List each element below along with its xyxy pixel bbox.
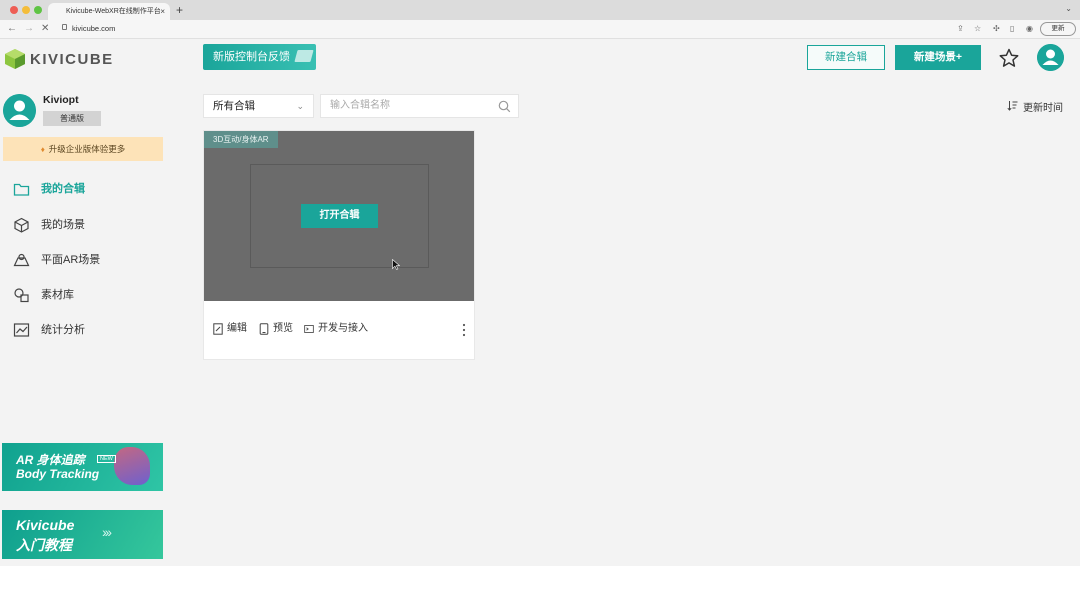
materials-icon: [14, 288, 29, 303]
sidebar-item-my-collections[interactable]: 我的合辑: [13, 178, 163, 200]
profile-avatar-icon[interactable]: [3, 94, 36, 127]
card-thumbnail[interactable]: 3D互动/身体AR 打开合辑: [204, 131, 474, 301]
phone-icon: [259, 323, 269, 335]
upgrade-label: 升级企业版体验更多: [48, 144, 126, 154]
sort-icon: [1007, 101, 1018, 111]
bookmark-star-icon[interactable]: ☆: [974, 24, 981, 33]
edit-icon: [213, 323, 223, 335]
card-category-tag: 3D互动/身体AR: [204, 131, 278, 148]
kivicube-logo-icon[interactable]: [4, 48, 26, 70]
analytics-icon: [13, 323, 30, 337]
banner-title: AR 身体追踪: [16, 453, 85, 467]
banner-subtitle: Body Tracking: [16, 467, 100, 481]
user-avatar-icon[interactable]: [1037, 44, 1064, 71]
sidebar-item-label: 我的场景: [41, 219, 85, 231]
body-tracking-banner[interactable]: AR 身体追踪 NEW Body Tracking: [2, 443, 163, 491]
url-field[interactable]: kivicube.com: [72, 24, 115, 33]
sidebar-item-label: 统计分析: [41, 324, 85, 336]
banner-tag: NEW: [97, 455, 116, 463]
plan-badge: 普通版: [43, 111, 101, 126]
develop-label: 开发与接入: [318, 323, 368, 334]
plane-ar-icon: [13, 253, 30, 267]
sidebar-item-materials[interactable]: 素材库: [13, 284, 163, 306]
collection-card[interactable]: 3D互动/身体AR 打开合辑 编辑 预览 开发与接入: [203, 130, 475, 360]
app-window: Kivicube-WebXR在线制作平台 × + ⌄ ← → ✕ kivicub…: [0, 0, 1080, 595]
close-window-dot[interactable]: [10, 6, 18, 14]
banner-title: Kivicube: [16, 517, 75, 533]
sidebar-icon[interactable]: ▯: [1010, 24, 1014, 33]
extensions-icon[interactable]: ✣: [993, 24, 1000, 33]
browser-address-bar: ← → ✕ kivicube.com ⇪ ☆ ✣ ▯ ◉ 更新: [0, 20, 1080, 39]
back-icon[interactable]: ←: [7, 22, 17, 36]
app-header: KIVICUBE 新版控制台反馈 新建合辑 新建场景+: [0, 39, 1080, 81]
mouse-cursor-icon: [392, 259, 400, 270]
feedback-button[interactable]: 新版控制台反馈: [203, 44, 316, 70]
open-collection-button[interactable]: 打开合辑: [301, 204, 378, 228]
browser-tab-bar: Kivicube-WebXR在线制作平台 × + ⌄: [0, 0, 1080, 20]
sidebar-item-my-scenes[interactable]: 我的场景: [13, 214, 163, 236]
new-tab-icon[interactable]: +: [176, 3, 183, 17]
sidebar-item-label: 素材库: [41, 289, 74, 301]
paper-icon: [294, 50, 314, 62]
sort-label: 更新时间: [1023, 103, 1063, 114]
chevron-down-icon: ⌄: [296, 101, 304, 111]
zoom-window-dot[interactable]: [34, 6, 42, 14]
new-scene-button[interactable]: 新建场景+: [895, 45, 981, 70]
share-icon[interactable]: ⇪: [957, 24, 964, 33]
sidebar-item-plane-ar[interactable]: 平面AR场景: [13, 249, 163, 271]
tab-title: Kivicube-WebXR在线制作平台: [66, 8, 161, 15]
reload-icon[interactable]: ✕: [41, 22, 49, 36]
forward-icon[interactable]: →: [24, 22, 34, 36]
star-icon[interactable]: [999, 48, 1019, 68]
minimize-window-dot[interactable]: [22, 6, 30, 14]
sidebar-item-label: 平面AR场景: [41, 254, 101, 266]
preview-label: 预览: [273, 323, 293, 334]
banner-figure-decoration: [114, 447, 150, 485]
arrows-icon: ›››: [102, 524, 112, 540]
browser-update-button[interactable]: 更新: [1040, 22, 1076, 36]
more-options-icon[interactable]: [462, 323, 466, 337]
search-input[interactable]: 输入合辑名称: [320, 94, 519, 118]
sidebar: Kiviopt 普通版 ♦ 升级企业版体验更多 我的合辑 我的场景 平面AR场景 …: [0, 81, 170, 566]
diamond-icon: ♦: [40, 145, 45, 154]
folder-icon: [13, 183, 30, 196]
code-icon: [304, 325, 314, 333]
browser-tab[interactable]: Kivicube-WebXR在线制作平台 ×: [48, 3, 170, 20]
upgrade-button[interactable]: ♦ 升级企业版体验更多: [3, 137, 163, 161]
feedback-label: 新版控制台反馈: [213, 51, 290, 63]
logo-text[interactable]: KIVICUBE: [30, 51, 114, 68]
tutorial-banner[interactable]: Kivicube 入门教程 ›››: [2, 510, 163, 559]
tab-close-icon[interactable]: ×: [160, 3, 165, 20]
bottom-strip: [0, 566, 1080, 595]
filter-value: 所有合辑: [213, 100, 255, 112]
sidebar-item-analytics[interactable]: 统计分析: [13, 319, 163, 341]
new-collection-button[interactable]: 新建合辑: [807, 45, 885, 70]
banner-subtitle: 入门教程: [16, 537, 72, 553]
profile-icon[interactable]: ◉: [1026, 24, 1033, 33]
search-placeholder: 输入合辑名称: [330, 100, 390, 111]
username: Kiviopt: [43, 94, 79, 106]
cube-icon: [14, 217, 29, 233]
search-icon[interactable]: [498, 100, 511, 113]
tab-menu-icon[interactable]: ⌄: [1065, 4, 1072, 13]
sidebar-item-label: 我的合辑: [41, 183, 85, 195]
edit-label: 编辑: [227, 323, 247, 334]
collection-filter-select[interactable]: 所有合辑 ⌄: [203, 94, 314, 118]
lock-icon: [62, 24, 67, 30]
